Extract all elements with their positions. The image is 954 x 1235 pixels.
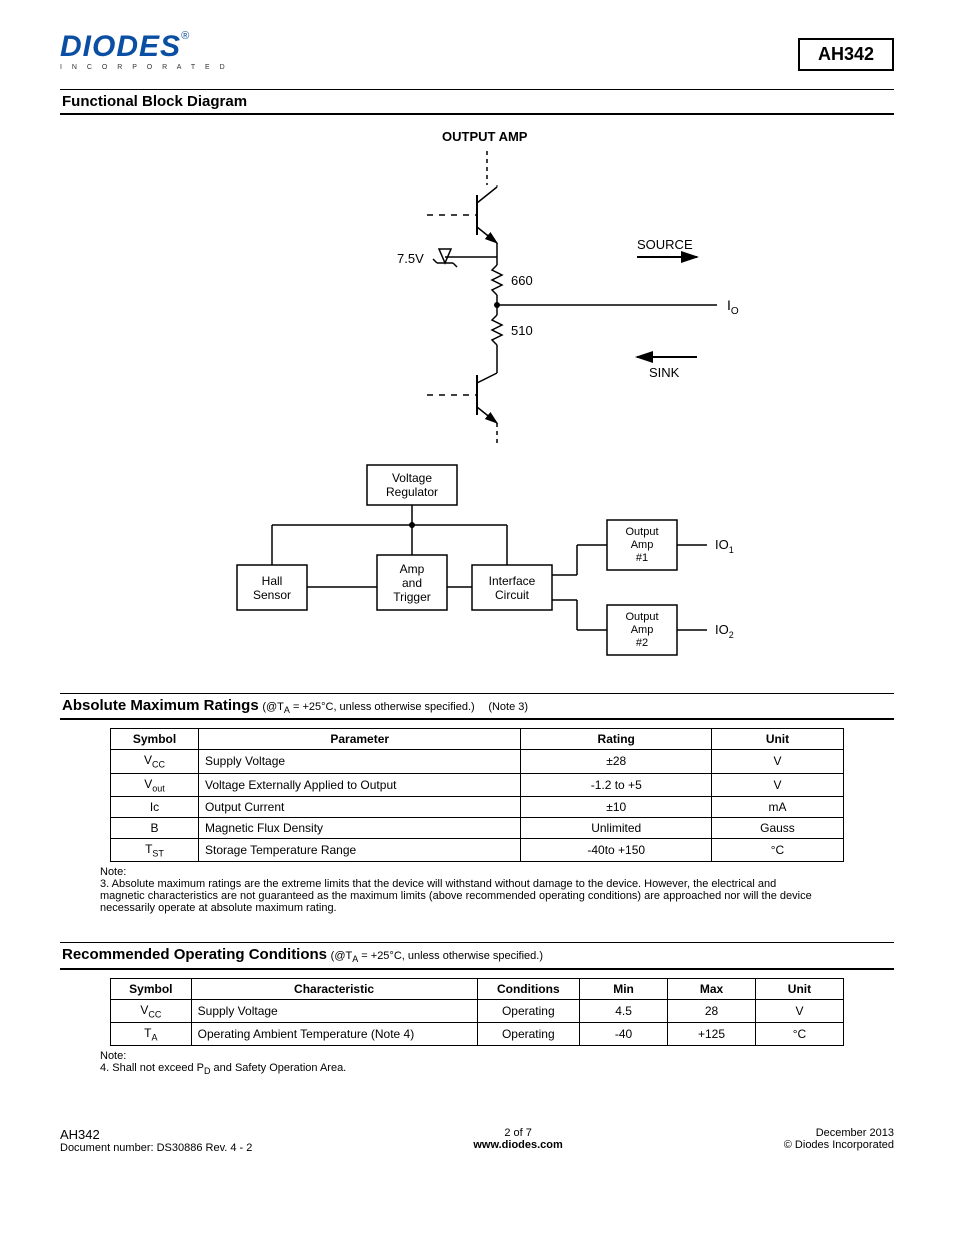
- npn-bottom-icon: [427, 373, 497, 423]
- io-label: IO: [727, 297, 739, 317]
- table-row: VCCSupply VoltageOperating4.528V: [111, 999, 844, 1022]
- footer-right: December 2013 © Diodes Incorporated: [784, 1127, 894, 1154]
- svg-text:AmpandTrigger: AmpandTrigger: [393, 562, 431, 604]
- output-amp-svg: OUTPUT AMP 7.5V 660 IO SOURCE SINK 510: [197, 125, 757, 455]
- zener-label: 7.5V: [397, 251, 424, 266]
- footer-left: AH342 Document number: DS30886 Rev. 4 - …: [60, 1127, 252, 1154]
- note-4: Note: 4. Shall not exceed PD and Safety …: [100, 1050, 854, 1076]
- section-title-rec-op: Recommended Operating Conditions (@TA = …: [60, 942, 894, 969]
- io1-label: IO1: [715, 537, 734, 555]
- th2-symbol: Symbol: [111, 978, 192, 999]
- part-number-box: AH342: [798, 38, 894, 71]
- company-logo: DIODES® I N C O R P O R A T E D: [60, 30, 229, 71]
- rec-op-table: Symbol Characteristic Conditions Min Max…: [110, 978, 844, 1047]
- th-rating: Rating: [521, 729, 712, 750]
- svg-text:OutputAmp#1: OutputAmp#1: [625, 526, 658, 564]
- r2-label: 510: [511, 323, 533, 338]
- table-row: BMagnetic Flux DensityUnlimitedGauss: [111, 817, 844, 838]
- output-amp-diagram: OUTPUT AMP 7.5V 660 IO SOURCE SINK 510: [60, 125, 894, 675]
- th-parameter: Parameter: [198, 729, 520, 750]
- footer-center: 2 of 7 www.diodes.com: [473, 1127, 562, 1154]
- table-row: TSTStorage Temperature Range-40to +150°C: [111, 838, 844, 861]
- th2-unit: Unit: [755, 978, 843, 999]
- abs-max-table: Symbol Parameter Rating Unit VCCSupply V…: [110, 728, 844, 862]
- sink-label: SINK: [649, 365, 680, 380]
- section-title-block-diagram: Functional Block Diagram: [60, 89, 894, 115]
- resistor-r1-icon: 660: [492, 257, 533, 295]
- io2-label: IO2: [715, 622, 734, 640]
- th-unit: Unit: [712, 729, 844, 750]
- resistor-r2-icon: 510: [492, 315, 533, 345]
- r1-label: 660: [511, 273, 533, 288]
- table-row: TAOperating Ambient Temperature (Note 4)…: [111, 1022, 844, 1045]
- th-symbol: Symbol: [111, 729, 199, 750]
- table-row: VoutVoltage Externally Applied to Output…: [111, 773, 844, 796]
- output-amp-title: OUTPUT AMP: [442, 129, 528, 144]
- page-header: DIODES® I N C O R P O R A T E D AH342: [60, 30, 894, 71]
- th2-min: Min: [580, 978, 668, 999]
- table-row: IcOutput Current±10mA: [111, 796, 844, 817]
- note-3: Note: 3. Absolute maximum ratings are th…: [100, 866, 854, 914]
- svg-text:VoltageRegulator: VoltageRegulator: [386, 471, 438, 499]
- table-row: VCCSupply Voltage±28V: [111, 750, 844, 773]
- logo-subtext: I N C O R P O R A T E D: [60, 64, 229, 71]
- npn-top-icon: [427, 185, 497, 243]
- page-footer: AH342 Document number: DS30886 Rev. 4 - …: [60, 1127, 894, 1154]
- zener-icon: 7.5V: [397, 243, 497, 267]
- source-label: SOURCE: [637, 237, 693, 252]
- th2-char: Characteristic: [191, 978, 477, 999]
- th2-max: Max: [668, 978, 756, 999]
- logo-text: DIODES: [60, 30, 181, 63]
- block-diagram-svg: VoltageRegulator HallSensor AmpandTrigge…: [167, 455, 787, 675]
- svg-text:InterfaceCircuit: InterfaceCircuit: [489, 574, 536, 602]
- th2-cond: Conditions: [477, 978, 580, 999]
- section-title-abs-max: Absolute Maximum Ratings (@TA = +25°C, u…: [60, 693, 894, 720]
- svg-text:HallSensor: HallSensor: [253, 574, 291, 602]
- svg-text:OutputAmp#2: OutputAmp#2: [625, 611, 658, 649]
